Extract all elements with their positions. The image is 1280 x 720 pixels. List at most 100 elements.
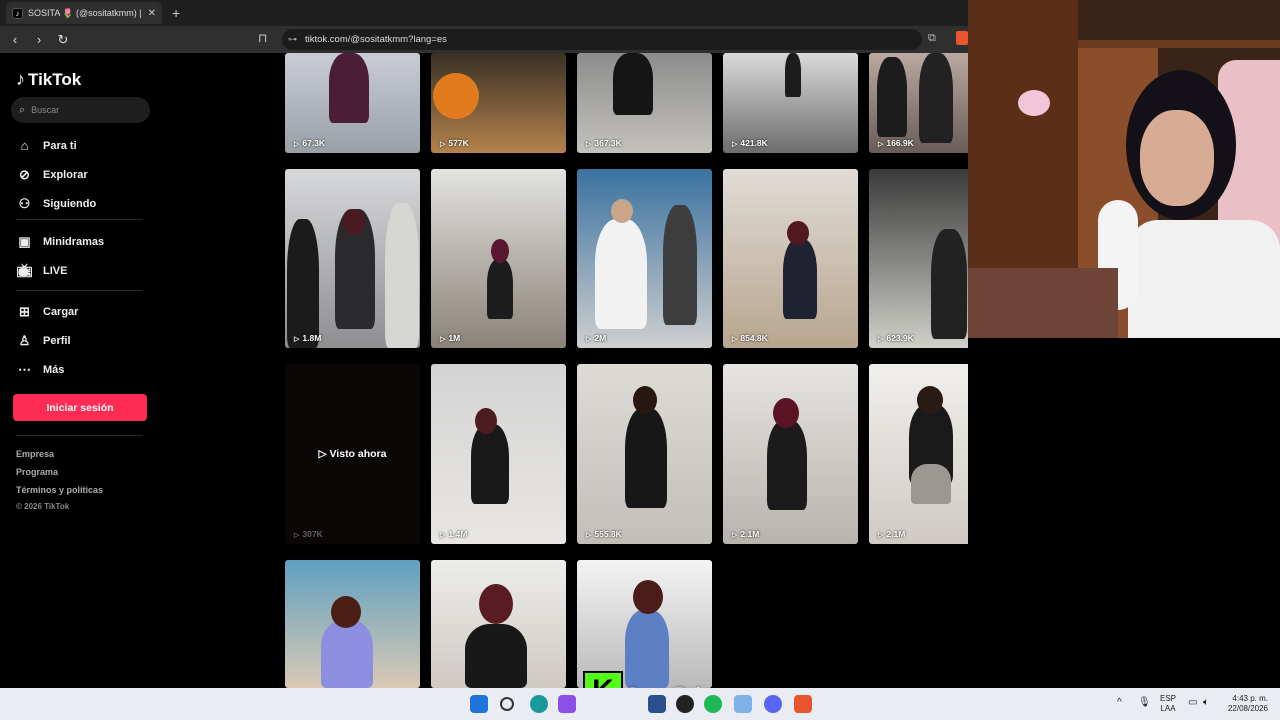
obs-icon[interactable] — [676, 695, 694, 713]
view-count: ▷ 1.4M — [440, 529, 468, 539]
view-count: ▷ 1M — [440, 333, 461, 343]
sidebar-item-cargar[interactable]: ⊞ Cargar — [16, 304, 78, 320]
store-icon[interactable] — [648, 695, 666, 713]
view-count: ▷ 2.1M — [732, 529, 760, 539]
tray-overflow-icon[interactable]: ^ — [1117, 697, 1122, 708]
sidebar-divider — [16, 290, 143, 291]
brave-shield-icon[interactable] — [956, 31, 968, 45]
view-count: ▷ 2.1M — [878, 529, 906, 539]
view-count: ▷ 854.8K — [732, 333, 768, 343]
url-field[interactable]: ⊶ tiktok.com/@sositatkmm?lang=es — [282, 29, 922, 50]
tiktok-favicon-icon: ♪ — [12, 7, 23, 19]
network-icon[interactable]: ▭ — [1188, 697, 1197, 708]
translate-icon[interactable]: ⧉ — [928, 32, 936, 45]
discord-icon[interactable] — [764, 695, 782, 713]
sidebar-item-label: Para ti — [43, 139, 77, 152]
video-thumbnail[interactable]: ▷ 67.3K — [285, 53, 420, 153]
footer-programa-link[interactable]: Programa — [16, 467, 58, 477]
tab-title: SOSITA 🌷 (@sositatkmm) | TikTok — [28, 7, 144, 18]
sidebar-item-explorar[interactable]: ⊘ Explorar — [16, 167, 88, 183]
sidebar-item-label: Siguiendo — [43, 198, 97, 210]
view-count: ▷ 555.8K — [586, 529, 622, 539]
tiktok-logo[interactable]: ♪ TikTok — [16, 69, 81, 90]
language-indicator[interactable]: ESP LAA — [1160, 694, 1176, 714]
brave-icon[interactable] — [794, 695, 812, 713]
sidebar-divider — [16, 435, 143, 436]
view-count: ▷ 67.3K — [294, 138, 326, 148]
browser-tab-bar: ♪ SOSITA 🌷 (@sositatkmm) | TikTok ✕ + — [0, 0, 968, 26]
video-thumbnail-watched[interactable]: ▷ Visto ahora ▷ 307K — [285, 364, 420, 544]
video-thumbnail[interactable]: ▷ 2.1M — [869, 364, 968, 544]
sidebar-divider — [16, 219, 143, 220]
video-thumbnail[interactable]: ▷ 555.8K — [577, 364, 712, 544]
login-button[interactable]: Iniciar sesión — [13, 394, 147, 421]
sidebar-item-label: Perfil — [43, 335, 71, 347]
url-text: tiktok.com/@sositatkmm?lang=es — [305, 34, 447, 45]
view-count: ▷ 307K — [294, 529, 323, 539]
edge-icon[interactable] — [530, 695, 548, 713]
sidebar-item-minidramas[interactable]: ▣ Minidramas — [16, 234, 104, 250]
video-thumbnail[interactable]: ▷ 1.4M — [431, 364, 566, 544]
site-info-icon[interactable]: ⊶ — [288, 34, 297, 45]
forward-icon[interactable]: › — [30, 32, 48, 47]
back-icon[interactable]: ‹ — [6, 32, 24, 47]
video-thumbnail[interactable] — [431, 560, 566, 688]
video-thumbnail[interactable]: ▷ 367.3K — [577, 53, 712, 153]
video-thumbnail[interactable]: ▷ 166.9K — [869, 53, 968, 153]
tiktok-sidebar: ♪ TikTok ⌕ Buscar ⌂ Para ti ⊘ Explorar ⚇… — [0, 53, 272, 688]
video-thumbnail[interactable]: ▷ 623.9K — [869, 169, 968, 348]
minidrama-icon: ▣ — [18, 234, 31, 249]
more-icon: ⋯ — [18, 362, 31, 377]
footer-terminos-link[interactable]: Términos y políticas — [16, 485, 103, 495]
taskbar: ^ 🎙︎ ESP LAA ▭ 🔈︎ 4:43 p. m. 22/08/2026 — [0, 688, 1280, 720]
webcam-overlay — [968, 0, 1280, 338]
spotify-icon[interactable] — [704, 695, 722, 713]
tiktok-note-icon: ♪ — [16, 69, 25, 89]
plush-toy — [1018, 90, 1050, 116]
logo-text: TikTok — [28, 69, 82, 89]
video-thumbnail[interactable]: ▷ 2.1M — [723, 364, 858, 544]
windows-start-icon[interactable] — [470, 695, 488, 713]
clock[interactable]: 4:43 p. m. 22/08/2026 — [1226, 694, 1268, 714]
sidebar-item-live[interactable]: 📺︎ LIVE — [16, 263, 67, 279]
footer-copyright: © 2026 TikTok — [16, 502, 70, 511]
sidebar-item-label: Más — [43, 364, 65, 376]
sidebar-item-label: Minidramas — [43, 236, 105, 248]
copilot-icon[interactable] — [558, 695, 576, 713]
video-thumbnail[interactable] — [285, 560, 420, 688]
search-taskbar-icon[interactable] — [500, 697, 514, 711]
address-bar-row: ‹ › ↻ ⊓ ⊶ tiktok.com/@sositatkmm?lang=es… — [0, 26, 968, 53]
profile-icon: ♙ — [18, 333, 31, 348]
sidebar-item-perfil[interactable]: ♙ Perfil — [16, 333, 71, 349]
app-icon[interactable] — [734, 695, 752, 713]
sidebar-item-mas[interactable]: ⋯ Más — [16, 362, 64, 378]
video-thumbnail[interactable]: ▷ 854.8K — [723, 169, 858, 348]
reload-icon[interactable]: ↻ — [54, 32, 72, 48]
browser-tab[interactable]: ♪ SOSITA 🌷 (@sositatkmm) | TikTok ✕ — [6, 2, 162, 24]
home-icon: ⌂ — [20, 138, 29, 153]
close-tab-icon[interactable]: ✕ — [148, 8, 156, 19]
video-thumbnail[interactable]: ▷ 577K — [431, 53, 566, 153]
right-blank-area — [968, 338, 1280, 688]
video-thumbnail[interactable]: ▷ 2M — [577, 169, 712, 348]
upload-icon: ⊞ — [19, 304, 30, 319]
sidebar-item-label: LIVE — [43, 265, 68, 277]
microphone-tray-icon[interactable]: 🎙︎ — [1138, 697, 1151, 708]
new-tab-button[interactable]: + — [172, 5, 180, 21]
view-count: ▷ 421.8K — [732, 138, 768, 148]
video-thumbnail[interactable]: ▷ 1.8M — [285, 169, 420, 348]
video-thumbnail[interactable] — [577, 560, 712, 688]
bookmark-icon[interactable]: ⊓ — [258, 31, 267, 45]
video-thumbnail[interactable]: ▷ 1M — [431, 169, 566, 348]
view-count: ▷ 623.9K — [878, 333, 914, 343]
search-placeholder: Buscar — [31, 105, 60, 115]
footer-empresa-link[interactable]: Empresa — [16, 449, 54, 459]
search-input[interactable]: ⌕ Buscar — [11, 97, 150, 123]
view-count: ▷ 577K — [440, 138, 469, 148]
volume-icon[interactable]: 🔈︎ — [1203, 697, 1209, 708]
view-count: ▷ 166.9K — [878, 138, 914, 148]
video-thumbnail[interactable]: ▷ 421.8K — [723, 53, 858, 153]
sidebar-item-para-ti[interactable]: ⌂ Para ti — [16, 138, 77, 153]
search-icon: ⌕ — [19, 103, 26, 116]
sidebar-item-siguiendo[interactable]: ⚇ Siguiendo — [16, 196, 97, 212]
